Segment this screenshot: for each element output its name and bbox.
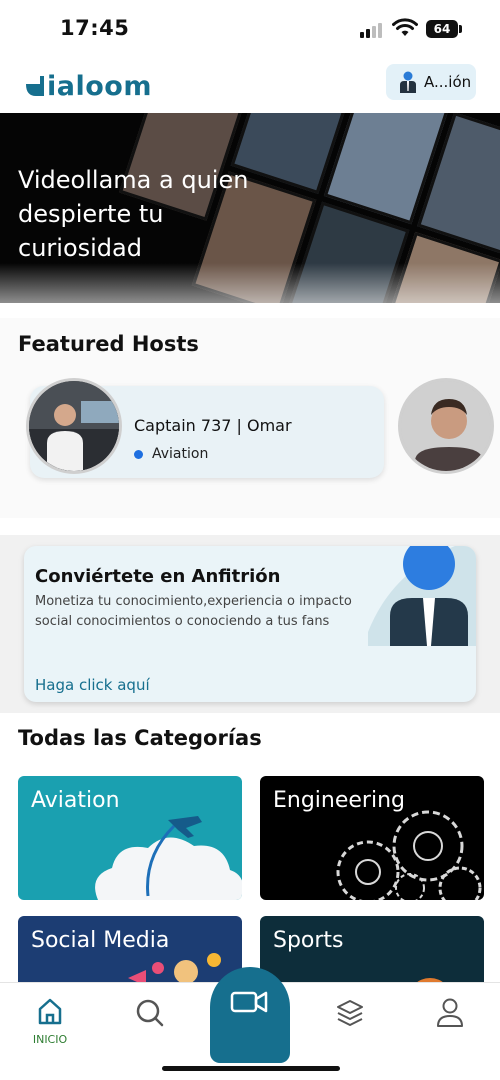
host-name: Captain 737 | Omar [134, 416, 292, 435]
video-camera-icon [230, 991, 268, 1013]
featured-hosts-title: Featured Hosts [18, 332, 199, 356]
signal-icon [360, 22, 386, 38]
layers-icon [337, 1000, 363, 1026]
nav-layers[interactable] [320, 991, 380, 1051]
featured-hosts-section: Featured Hosts Captain 737 | Omar Aviati… [0, 318, 500, 518]
status-bar: 17:45 64 [0, 0, 500, 58]
host-category: Aviation [152, 446, 209, 462]
hero-fade [0, 263, 500, 303]
category-dot [134, 450, 143, 459]
host-photo [401, 381, 491, 471]
home-indicator [162, 1066, 340, 1071]
nav-home[interactable]: INICIO [20, 991, 80, 1051]
app-header: ialoom A...ión [0, 58, 500, 113]
account-button[interactable]: A...ión [386, 64, 476, 100]
wifi-icon [392, 18, 418, 36]
host-avatar-next[interactable] [398, 378, 494, 474]
nav-profile[interactable] [420, 991, 480, 1051]
category-engineering[interactable]: Engineering [260, 776, 484, 900]
categories-title: Todas las Categorías [18, 726, 262, 750]
search-icon [136, 999, 164, 1027]
hero-headline: Videollama a quien despierte tu curiosid… [18, 166, 249, 262]
nav-search[interactable] [120, 991, 180, 1051]
battery-tip [459, 25, 462, 33]
category-label: Engineering [273, 788, 405, 813]
category-label: Sports [273, 928, 344, 953]
nav-home-label: INICIO [32, 1033, 68, 1046]
promo-description: Monetiza tu conocimiento,experiencia o i… [35, 594, 352, 629]
promo-link[interactable]: Haga click aquí [35, 676, 150, 694]
account-label: A...ión [424, 73, 472, 91]
logo-mark-icon [26, 76, 44, 96]
category-aviation[interactable]: Aviation [18, 776, 242, 900]
status-time: 17:45 [60, 16, 130, 40]
nav-video-call[interactable] [210, 967, 290, 1063]
profile-icon [437, 998, 463, 1027]
dialoom-logo[interactable]: ialoom [24, 66, 152, 106]
host-illustration-icon [368, 546, 476, 646]
promo-title: Conviértete en Anfitrión [35, 566, 281, 587]
home-icon [38, 998, 62, 1025]
hero-banner[interactable]: Videollama a quien despierte tu curiosid… [0, 113, 500, 303]
host-avatar[interactable] [26, 378, 122, 474]
category-label: Aviation [31, 788, 120, 813]
user-icon [400, 71, 416, 93]
become-host-card[interactable]: Conviértete en Anfitrión Monetiza tu con… [24, 546, 476, 702]
category-label: Social Media [31, 928, 170, 953]
logo-text: ialoom [47, 70, 152, 102]
battery-icon: 64 [426, 20, 458, 38]
